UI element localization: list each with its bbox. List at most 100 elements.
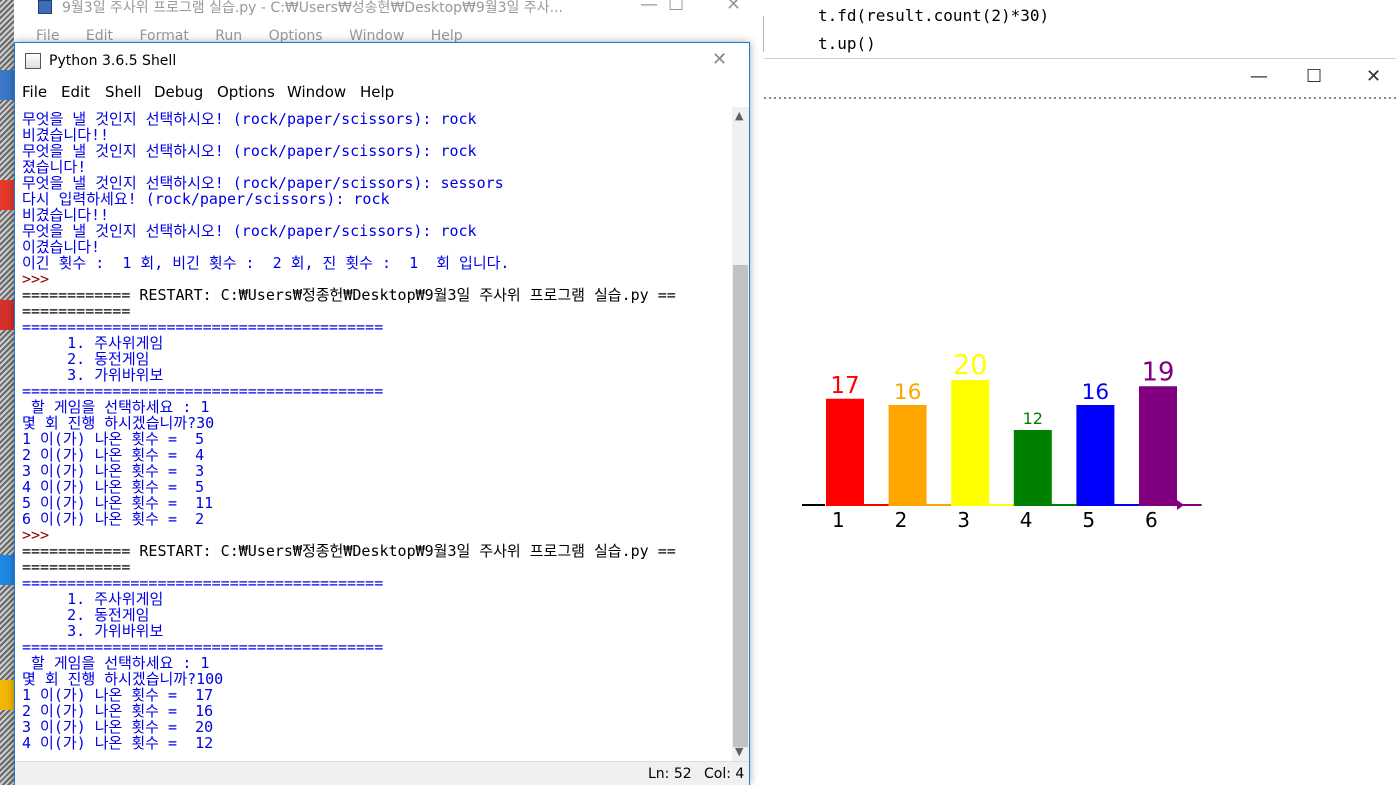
shell-output-line: 3 이(가) 나온 횟수 = 3 bbox=[22, 462, 205, 480]
shell-output-line: 할 게임을 선택하세요 : 1 bbox=[22, 398, 210, 416]
app-shortcut-icon[interactable] bbox=[0, 300, 14, 330]
close-icon[interactable]: ✕ bbox=[726, 0, 741, 15]
shell-status-bar: Ln: 52 Col: 4 bbox=[15, 761, 749, 785]
editor-title: 9월3일 주사위 프로그램 실습.py - C:₩Users₩성송현₩Deskt… bbox=[62, 0, 563, 16]
shell-output-line: 1. 주사위게임 bbox=[22, 334, 164, 352]
desktop-background bbox=[0, 0, 14, 785]
shell-output-line: 이긴 횟수 : 1 회, 비긴 횟수 : 2 회, 진 횟수 : 1 회 입니다… bbox=[22, 254, 510, 272]
shell-output-line: 졌습니다! bbox=[22, 158, 87, 176]
bar-5 bbox=[1076, 405, 1115, 505]
shell-output-line: 할 게임을 선택하세요 : 1 bbox=[22, 654, 210, 672]
shell-output-line: 몇 회 진행 하시겠습니까?100 bbox=[22, 670, 224, 688]
line-indicator: Ln: 52 bbox=[648, 766, 692, 782]
shell-output-line: ============ RESTART: C:₩Users₩정종헌₩Deskt… bbox=[22, 286, 676, 304]
shell-output-line: ======================================== bbox=[22, 574, 384, 592]
desktop-screen: { "editor_window": { "title": "9월3일 주사위 … bbox=[0, 0, 1396, 785]
category-tick-label: 4 bbox=[1020, 508, 1033, 532]
minimize-icon[interactable]: — bbox=[640, 0, 658, 15]
minimize-icon[interactable]: — bbox=[1250, 66, 1268, 87]
maximize-icon[interactable]: ☐ bbox=[668, 0, 684, 15]
menu-window[interactable]: Window bbox=[287, 83, 346, 101]
python-file-icon bbox=[38, 0, 52, 14]
shell-output-line: 무엇을 낼 것인지 선택하시오! (rock/paper/scissors): … bbox=[22, 174, 504, 192]
turtle-cursor-icon bbox=[1177, 500, 1184, 510]
editor-code-area[interactable]: t.fd(result.count(2)*30) t.up() bbox=[764, 0, 1396, 60]
shell-output-line: 이겼습니다! bbox=[22, 238, 101, 256]
shell-output-line: 1 이(가) 나온 횟수 = 17 bbox=[22, 686, 214, 704]
folder-shortcut-icon[interactable] bbox=[0, 555, 14, 585]
shell-output-line: 3. 가위바위보 bbox=[22, 366, 164, 384]
desktop-shortcut-icon[interactable] bbox=[0, 70, 14, 100]
shell-output-line: 1. 주사위게임 bbox=[22, 590, 164, 608]
scroll-up-icon[interactable]: ▲ bbox=[735, 109, 743, 122]
shell-output-line: 2. 동전게임 bbox=[22, 350, 150, 368]
menu-debug[interactable]: Debug bbox=[154, 83, 203, 101]
python-shell-icon bbox=[25, 53, 41, 69]
code-line: t.fd(result.count(2)*30) bbox=[818, 6, 1050, 25]
shell-output-line: ============ bbox=[22, 558, 131, 576]
shell-output-line: 2 이(가) 나온 횟수 = 4 bbox=[22, 446, 205, 464]
editor-title-bar[interactable]: 9월3일 주사위 프로그램 실습.py - C:₩Users₩성송현₩Deskt… bbox=[28, 0, 764, 16]
value-label: 17 bbox=[830, 373, 859, 399]
close-icon[interactable]: ✕ bbox=[1366, 66, 1381, 87]
shell-title-bar[interactable]: Python 3.6.5 Shell ✕ bbox=[15, 43, 749, 79]
shell-prompt: >>> bbox=[22, 270, 59, 288]
shell-output-line: ======================================== bbox=[22, 382, 384, 400]
menu-file[interactable]: File bbox=[22, 83, 47, 101]
python-shell-window: Python 3.6.5 Shell ✕ File Edit Shell Deb… bbox=[14, 42, 750, 785]
value-label: 20 bbox=[953, 350, 988, 381]
shell-output-line: 무엇을 낼 것인지 선택하시오! (rock/paper/scissors): … bbox=[22, 110, 477, 128]
shell-output-line: 무엇을 낼 것인지 선택하시오! (rock/paper/scissors): … bbox=[22, 222, 477, 240]
shell-output-line: 2 이(가) 나온 횟수 = 16 bbox=[22, 702, 214, 720]
shell-output-line: 2. 동전게임 bbox=[22, 606, 150, 624]
shell-output-line: 비겼습니다!! bbox=[22, 206, 110, 224]
maximize-icon[interactable]: ☐ bbox=[1306, 66, 1322, 87]
shell-scrollbar[interactable]: ▲ ▼ bbox=[732, 107, 749, 763]
chrome-shortcut-icon[interactable] bbox=[0, 180, 14, 210]
menu-edit[interactable]: Edit bbox=[61, 83, 90, 101]
dice-bar-chart: 17 1 16 2 20 3 12 4 16 5 19 6 bbox=[802, 350, 1202, 532]
bar-6 bbox=[1139, 386, 1177, 505]
scrollbar-thumb[interactable] bbox=[733, 265, 748, 747]
turtle-title-bar[interactable]: — ☐ ✕ bbox=[764, 59, 1396, 99]
shell-output-line: ============ bbox=[22, 302, 131, 320]
menu-options[interactable]: Options bbox=[217, 83, 275, 101]
game-shortcut-icon[interactable] bbox=[0, 680, 14, 710]
shell-output-line: 비겼습니다!! bbox=[22, 126, 110, 144]
shell-output-line: ======================================== bbox=[22, 318, 384, 336]
category-tick-label: 5 bbox=[1082, 508, 1095, 532]
shell-title: Python 3.6.5 Shell bbox=[49, 53, 177, 69]
value-label: 12 bbox=[1023, 409, 1043, 428]
category-tick-label: 1 bbox=[832, 508, 845, 532]
shell-output-line: 3 이(가) 나온 횟수 = 20 bbox=[22, 718, 214, 736]
shell-output-area[interactable]: 무엇을 낼 것인지 선택하시오! (rock/paper/scissors): … bbox=[15, 109, 732, 761]
turtle-graphics-window: — ☐ ✕ 17 1 16 2 20 3 12 4 16 5 19 6 bbox=[764, 58, 1396, 785]
shell-menu-bar: File Edit Shell Debug Options Window Hel… bbox=[15, 81, 749, 105]
category-tick-label: 2 bbox=[895, 508, 908, 532]
shell-output-line: 5 이(가) 나온 횟수 = 11 bbox=[22, 494, 214, 512]
menu-help[interactable]: Help bbox=[360, 83, 394, 101]
scroll-down-icon[interactable]: ▼ bbox=[735, 745, 743, 758]
shell-output-line: 6 이(가) 나온 횟수 = 2 bbox=[22, 510, 205, 528]
bar-4 bbox=[1013, 430, 1052, 505]
category-tick-label: 6 bbox=[1145, 508, 1158, 532]
shell-prompt: >>> bbox=[22, 526, 59, 544]
shell-output-line: 몇 회 진행 하시겠습니까?30 bbox=[22, 414, 215, 432]
shell-output-line: 다시 입력하세요! (rock/paper/scissors): rock bbox=[22, 190, 390, 208]
shell-output-line: 4 이(가) 나온 횟수 = 5 bbox=[22, 478, 205, 496]
code-line: t.up() bbox=[818, 34, 876, 53]
bar-1 bbox=[826, 398, 864, 505]
shell-output-line: 무엇을 낼 것인지 선택하시오! (rock/paper/scissors): … bbox=[22, 142, 477, 160]
bar-2 bbox=[888, 405, 927, 505]
close-icon[interactable]: ✕ bbox=[712, 49, 727, 70]
category-tick-label: 3 bbox=[957, 508, 970, 532]
menu-shell[interactable]: Shell bbox=[105, 83, 142, 101]
value-label: 16 bbox=[1082, 380, 1109, 405]
value-label: 16 bbox=[894, 380, 921, 405]
shell-output-line: 1 이(가) 나온 횟수 = 5 bbox=[22, 430, 205, 448]
shell-output-line: 4 이(가) 나온 횟수 = 12 bbox=[22, 734, 214, 752]
value-label: 19 bbox=[1142, 357, 1175, 387]
shell-output-line: ======================================== bbox=[22, 638, 384, 656]
bar-3 bbox=[951, 380, 990, 505]
column-indicator: Col: 4 bbox=[704, 766, 745, 782]
